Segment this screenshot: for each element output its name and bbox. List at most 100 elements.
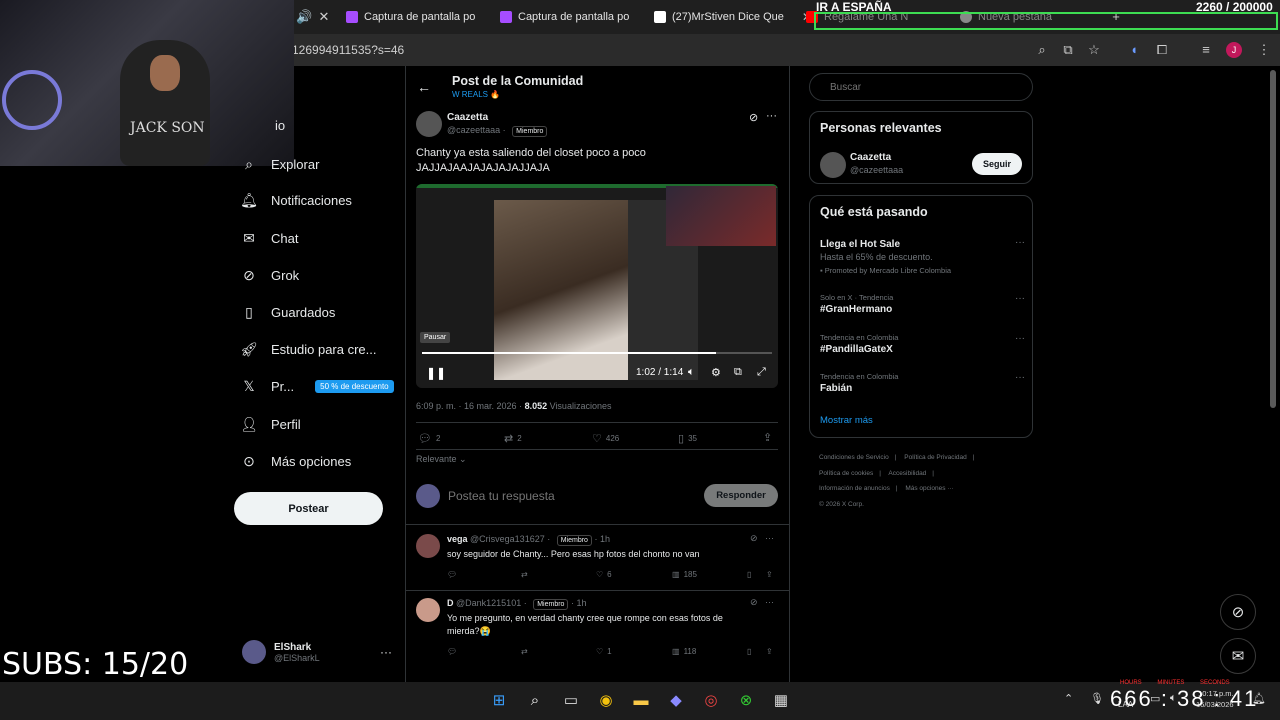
sidebar-item-creator-studio[interactable]: 🚀︎ Estudio para cre... (240, 340, 376, 358)
person-name[interactable]: Caazetta (850, 152, 891, 163)
volume-icon[interactable]: 🔈︎ (688, 366, 695, 379)
views-action[interactable]: ▥ 118 (672, 647, 696, 656)
more-icon[interactable]: ··· (1015, 372, 1025, 383)
file-explorer-icon[interactable]: ▬ (631, 690, 651, 710)
share-icon[interactable]: ⇪ (766, 570, 773, 579)
star-icon[interactable]: ☆ (1086, 42, 1102, 58)
app-icon[interactable]: ◎ (701, 690, 721, 710)
footer-link[interactable]: Condiciones de Servicio (819, 454, 889, 461)
reply-action[interactable]: 💬︎ 2 (418, 432, 440, 445)
cast-icon[interactable]: ⧉ (1060, 42, 1076, 58)
footer-link[interactable]: Política de cookies (819, 470, 873, 477)
sidebar-item-more[interactable]: ⊙ Más opciones (240, 452, 351, 470)
footer-link[interactable]: Política de Privacidad (904, 454, 967, 461)
repost-icon[interactable]: ⇄ (521, 647, 528, 656)
like-action[interactable]: ♡ 426 (592, 432, 619, 445)
post-button[interactable]: Postear (234, 492, 383, 525)
avatar[interactable] (416, 534, 440, 558)
like-action[interactable]: ♡ 6 (596, 570, 612, 579)
video-progress[interactable] (422, 352, 772, 354)
account-switcher[interactable]: ElShark @ElSharkL (242, 640, 320, 664)
reply-author[interactable]: D (447, 598, 454, 608)
post-time[interactable]: 6:09 p. m. · 16 mar. 2026 · (416, 401, 525, 411)
pip-icon[interactable]: ⧉ (734, 366, 742, 379)
bookmark-icon[interactable]: ▯ (747, 570, 751, 579)
share-icon[interactable]: ⇪ (766, 647, 773, 656)
more-icon[interactable]: ⊘ ··· (750, 533, 774, 544)
trend-item[interactable]: Tendencia en Colombia #PandillaGateX ··· (820, 333, 1025, 355)
repost-icon[interactable]: ⇄ (521, 570, 528, 579)
sidebar-item-premium[interactable]: 𝕏 Pr... 50 % de descuento (240, 377, 394, 395)
trend-item[interactable]: Tendencia en Colombia Fabián ··· (820, 372, 1025, 394)
media-icon[interactable]: ≡ (1198, 42, 1214, 58)
reply-item[interactable]: D @Dank1215101 · Miembro · 1h ⊘ ··· Yo m… (416, 597, 780, 662)
tab-captura-2[interactable]: Captura de pantalla po ✕ (500, 4, 665, 30)
chrome-icon[interactable]: ◉ (596, 690, 616, 710)
grok-icon[interactable]: ⊘ (749, 111, 758, 124)
views-action[interactable]: ▥ 185 (672, 570, 697, 579)
sidebar-item-grok[interactable]: ⊘ Grok (240, 266, 299, 284)
footer-link[interactable]: Información de anuncios (819, 485, 890, 492)
reply-item[interactable]: vega @Crisvega131627 · Miembro · 1h ⊘ ··… (416, 533, 780, 586)
pause-icon[interactable]: ❚❚ (426, 366, 446, 380)
more-icon[interactable]: ⊘ ··· (750, 597, 774, 608)
more-icon[interactable]: ··· (380, 645, 392, 659)
voice-icon[interactable]: ◖ (1126, 42, 1142, 58)
avatar[interactable] (416, 598, 440, 622)
tab-close-icon[interactable]: ✕ (316, 9, 332, 25)
sidebar-item-profile[interactable]: 👤︎ Perfil (240, 415, 301, 433)
avatar[interactable] (416, 111, 442, 137)
reply-handle[interactable]: @Dank1215101 (456, 598, 521, 608)
more-icon[interactable]: ··· (1015, 237, 1025, 248)
bookmark-action[interactable]: ▯ 35 (678, 432, 697, 445)
community-name[interactable]: W REALS 🔥 (452, 90, 500, 99)
grok-fab[interactable]: ⊘ (1220, 594, 1256, 630)
xbox-icon[interactable]: ⊗ (736, 690, 756, 710)
avatar[interactable] (820, 152, 846, 178)
bookmark-icon[interactable]: ▯ (747, 647, 751, 656)
sidebar-item-notifications[interactable]: 🔔︎ Notificaciones (240, 191, 352, 209)
menu-icon[interactable]: ⋮ (1256, 42, 1272, 58)
repost-action[interactable]: ⇄ 2 (504, 432, 522, 445)
app-icon[interactable]: ◆ (666, 690, 686, 710)
reply-button[interactable]: Responder (704, 484, 778, 507)
search-input[interactable] (809, 73, 1033, 101)
reply-input[interactable] (448, 489, 688, 503)
show-more-link[interactable]: Mostrar más (820, 415, 873, 426)
task-view-icon[interactable]: ▭ (561, 690, 581, 710)
back-arrow-icon[interactable]: ← (417, 79, 431, 95)
trend-item[interactable]: Solo en X · Tendencia #GranHermano ··· (820, 293, 1025, 315)
mic-icon[interactable]: 🎙︎ (1090, 692, 1104, 705)
like-action[interactable]: ♡ 1 (596, 647, 612, 656)
zoom-icon[interactable]: ⌕ (1034, 42, 1050, 58)
profile-avatar[interactable]: J (1226, 42, 1242, 58)
messages-fab[interactable]: ✉ (1220, 638, 1256, 674)
person-handle[interactable]: @cazeettaaa (850, 165, 903, 175)
windows-start-icon[interactable]: ⊞ (489, 690, 509, 710)
app-icon[interactable]: ▦ (771, 690, 791, 710)
comment-icon[interactable]: 💬︎ (447, 570, 457, 579)
tab-tiktok[interactable]: (27)MrStiven Dice Que ✕ (654, 4, 812, 30)
post-author[interactable]: Caazetta (447, 112, 488, 123)
video-player[interactable]: Pausar ❚❚ 1:02 / 1:14 🔈︎ ⚙ ⧉ ⤢ (416, 184, 778, 388)
tab-captura-1[interactable]: Captura de pantalla po ✕ (346, 4, 511, 30)
follow-button[interactable]: Seguir (972, 153, 1022, 175)
search-icon[interactable]: ⌕ (525, 690, 545, 710)
page-scrollbar[interactable] (1270, 70, 1276, 408)
speaker-icon[interactable]: 🔊 (296, 9, 312, 25)
reply-handle[interactable]: @Crisvega131627 (470, 534, 545, 544)
settings-icon[interactable]: ⚙ (711, 366, 721, 379)
footer-link[interactable]: Más opciones ··· (905, 485, 953, 492)
sidebar-item-chat[interactable]: ✉ Chat (240, 229, 298, 247)
sort-dropdown[interactable]: Relevante ⌄ (416, 454, 467, 465)
post-handle[interactable]: @cazeettaaa (447, 125, 500, 135)
more-icon[interactable]: ··· (1015, 333, 1025, 344)
comment-icon[interactable]: 💬︎ (447, 647, 457, 656)
url-text[interactable]: 126994911535?s=46 (292, 43, 404, 57)
trend-item[interactable]: Llega el Hot Sale Hasta el 65% de descue… (820, 237, 1025, 275)
share-icon[interactable]: ⇪ (763, 431, 772, 444)
sidebar-item-bookmarks[interactable]: ▯ Guardados (240, 303, 335, 321)
sidebar-item-explore[interactable]: ⌕ Explorar (240, 155, 319, 173)
fullscreen-icon[interactable]: ⤢ (757, 366, 766, 379)
reply-author[interactable]: vega (447, 534, 468, 544)
